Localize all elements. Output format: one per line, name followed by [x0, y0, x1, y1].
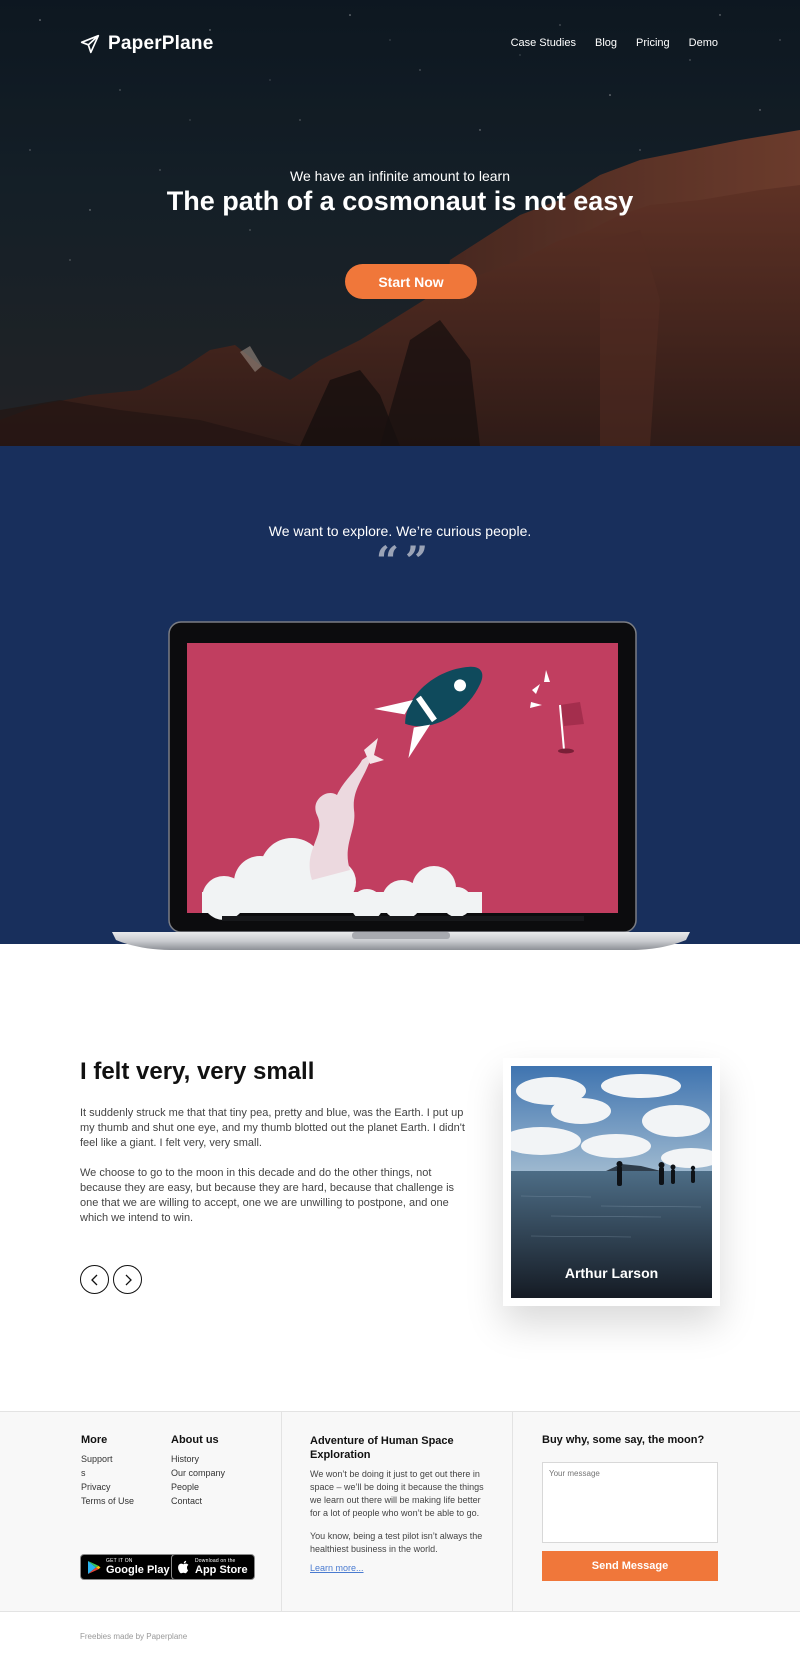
hero-title: The path of a cosmonaut is not easy	[166, 186, 634, 216]
google-play-text: GET IT ON Google Play	[106, 1558, 170, 1576]
footer-about-list: History Our company People Contact	[171, 1452, 225, 1508]
footer-divider	[512, 1412, 513, 1611]
brand-name: PaperPlane	[108, 33, 214, 54]
beach-photo-image	[511, 1066, 712, 1298]
quote-mark-icon: “ ”	[376, 538, 428, 585]
footer-more-list: Support s Privacy Terms of Use	[81, 1452, 134, 1508]
laptop-illustration	[112, 621, 690, 950]
footer-link-privacy[interactable]: Privacy	[81, 1480, 134, 1494]
chevron-right-icon	[125, 1274, 132, 1285]
footer-link-s[interactable]: s	[81, 1466, 134, 1480]
app-store-big: App Store	[195, 1564, 248, 1576]
learn-more-link[interactable]: Learn more...	[310, 1563, 364, 1573]
hero-kicker: We have an infinite amount to learn	[290, 168, 510, 184]
brand-logo[interactable]: PaperPlane	[80, 33, 214, 55]
hero-overlay	[0, 0, 800, 446]
profile-name: Arthur Larson	[564, 1265, 659, 1281]
chevron-left-icon	[90, 1274, 97, 1285]
footer-more-heading: More	[81, 1434, 108, 1446]
send-message-button[interactable]: Send Message	[542, 1551, 718, 1581]
google-play-big: Google Play	[106, 1564, 170, 1576]
footer-link-our-company[interactable]: Our company	[171, 1466, 225, 1480]
start-now-button[interactable]: Start Now	[345, 264, 477, 299]
paper-plane-icon	[80, 34, 100, 54]
story-paragraph-2: We choose to go to the moon in this deca…	[80, 1167, 455, 1224]
footer-adventure-text-2: You know, being a test pilot isn’t alway…	[310, 1531, 483, 1554]
app-store-text: Download on the App Store	[195, 1558, 248, 1576]
google-play-icon	[88, 1560, 101, 1574]
footer-adventure-text-1: We won’t be doing it just to get out the…	[310, 1469, 484, 1518]
explore-tagline: We want to explore. We’re curious people…	[268, 523, 532, 539]
main-nav: Case Studies Blog Pricing Demo	[511, 37, 718, 49]
footer-link-support[interactable]: Support	[81, 1452, 134, 1466]
nav-case-studies[interactable]: Case Studies	[511, 37, 576, 49]
nav-blog[interactable]: Blog	[595, 37, 617, 49]
footer-link-contact[interactable]: Contact	[171, 1494, 225, 1508]
apple-icon	[178, 1560, 189, 1574]
previous-button[interactable]	[80, 1265, 109, 1294]
footer-adventure-heading: Adventure of Human Space Exploration	[310, 1435, 454, 1461]
nav-demo[interactable]: Demo	[689, 37, 718, 49]
footer-contact-heading: Buy why, some say, the moon?	[542, 1434, 705, 1446]
footer-link-people[interactable]: People	[171, 1480, 225, 1494]
google-play-badge[interactable]: GET IT ON Google Play	[80, 1554, 177, 1580]
footer-link-terms[interactable]: Terms of Use	[81, 1494, 134, 1508]
footer-divider	[281, 1412, 282, 1611]
profile-photo: Arthur Larson	[511, 1066, 712, 1298]
app-store-badge[interactable]: Download on the App Store	[171, 1554, 255, 1580]
message-textarea[interactable]	[542, 1462, 718, 1543]
profile-card: Arthur Larson	[503, 1058, 720, 1306]
footer-about-heading: About us	[171, 1434, 219, 1446]
footer-link-history[interactable]: History	[171, 1452, 225, 1466]
story-title: I felt very, very small	[80, 1058, 315, 1085]
hero-section: PaperPlane Case Studies Blog Pricing Dem…	[0, 0, 800, 446]
nav-pricing[interactable]: Pricing	[636, 37, 670, 49]
story-paragraph-1: It suddenly struck me that that tiny pea…	[80, 1107, 465, 1149]
footer-credit: Freebies made by Paperplane	[80, 1632, 188, 1641]
next-button[interactable]	[113, 1265, 142, 1294]
